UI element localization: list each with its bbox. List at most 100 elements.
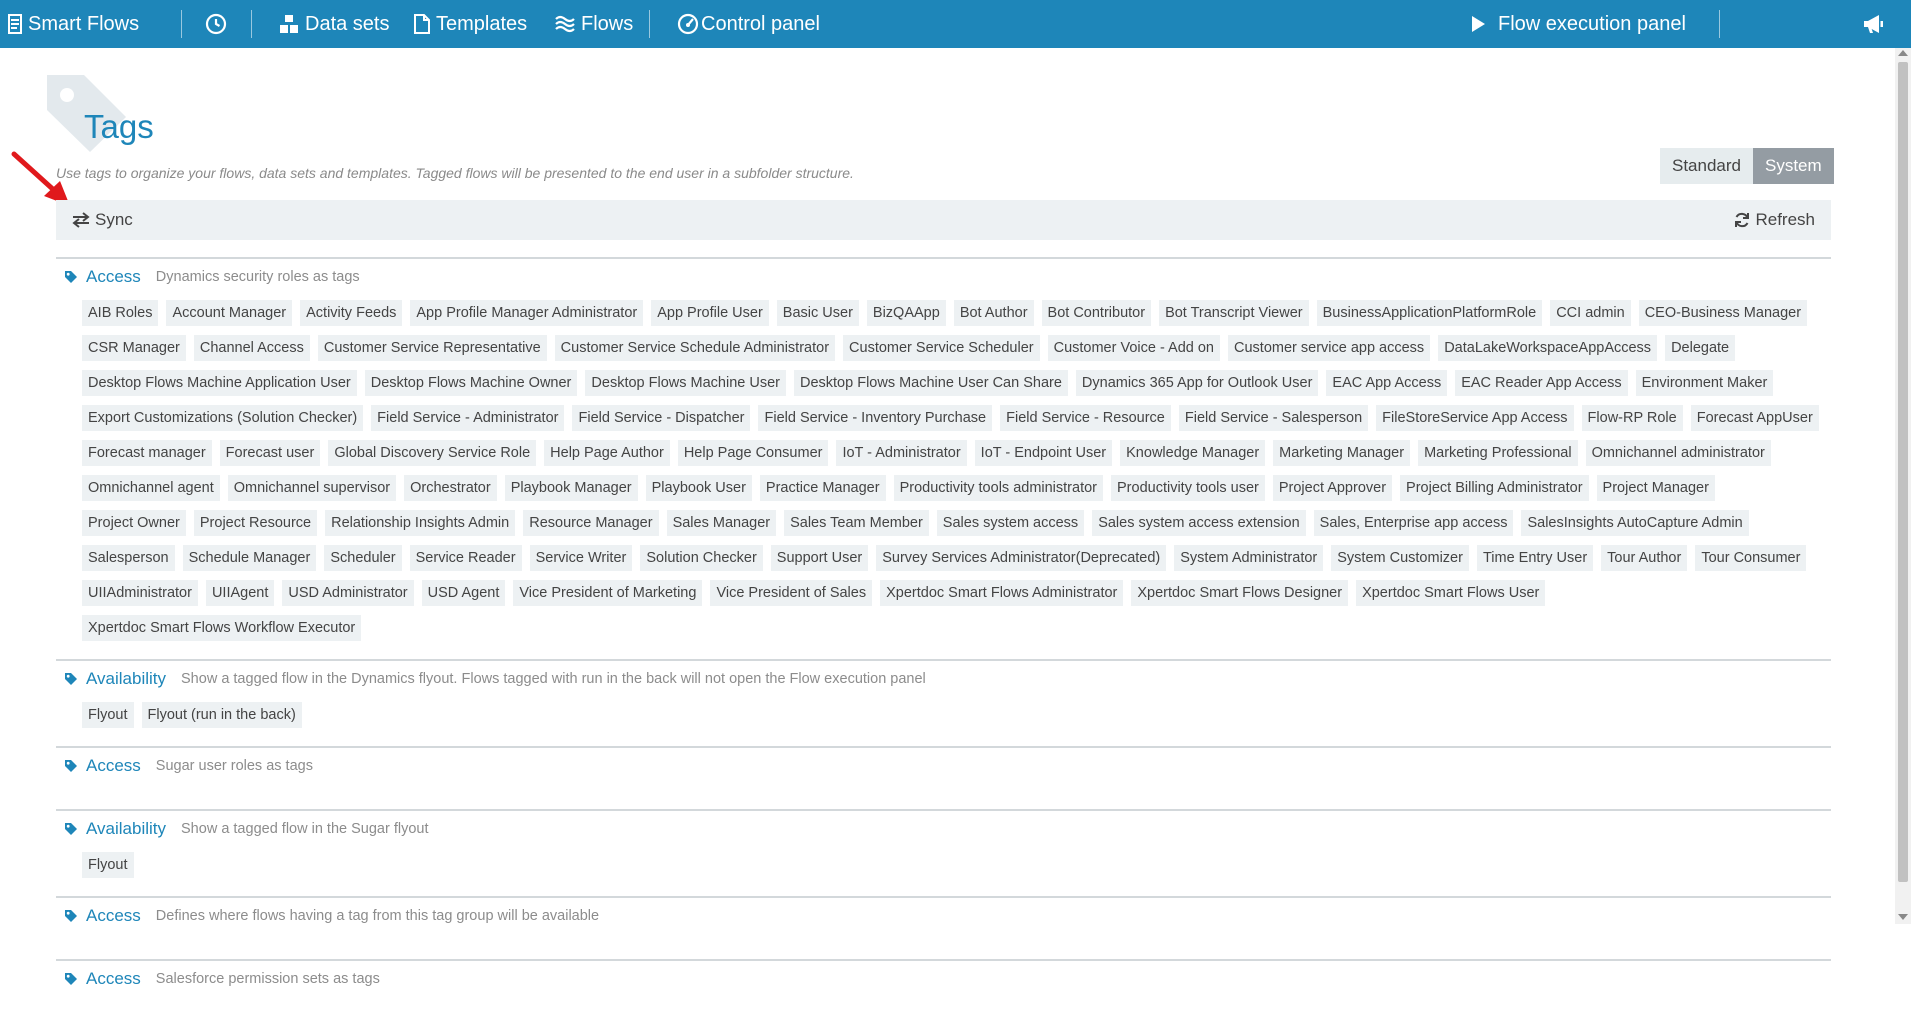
nav-templates[interactable]: Templates bbox=[414, 0, 527, 48]
tag-chip[interactable]: Bot Author bbox=[953, 300, 1034, 326]
tag-chip[interactable]: Environment Maker bbox=[1635, 370, 1774, 396]
tag-chip[interactable]: IoT - Administrator bbox=[836, 440, 967, 466]
tag-chip[interactable]: Omnichannel supervisor bbox=[227, 475, 397, 501]
tag-group-name[interactable]: Availability bbox=[86, 819, 166, 839]
tag-chip[interactable]: Marketing Manager bbox=[1273, 440, 1411, 466]
tag-group-header[interactable]: Access Salesforce permission sets as tags bbox=[56, 968, 1831, 990]
tag-chip[interactable]: Desktop Flows Machine User bbox=[585, 370, 786, 396]
tag-chip[interactable]: Playbook User bbox=[645, 475, 752, 501]
tag-chip[interactable]: Xpertdoc Smart Flows Workflow Executor bbox=[82, 615, 362, 641]
tag-group-name[interactable]: Access bbox=[86, 756, 141, 776]
tag-chip[interactable]: Customer Service Representative bbox=[317, 335, 547, 361]
tag-chip[interactable]: BizQAApp bbox=[866, 300, 946, 326]
tag-chip[interactable]: Flyout bbox=[82, 852, 134, 878]
nav-control-panel[interactable]: Control panel bbox=[677, 0, 820, 48]
tag-chip[interactable]: Field Service - Salesperson bbox=[1178, 405, 1369, 431]
tag-chip[interactable]: Survey Services Administrator(Deprecated… bbox=[876, 545, 1167, 571]
tag-chip[interactable]: Forecast AppUser bbox=[1690, 405, 1819, 431]
tag-chip[interactable]: CCI admin bbox=[1550, 300, 1631, 326]
tag-chip[interactable]: Playbook Manager bbox=[504, 475, 638, 501]
tag-group-name[interactable]: Access bbox=[86, 267, 141, 287]
scroll-up-icon[interactable] bbox=[1898, 50, 1908, 56]
tag-chip[interactable]: Tour Consumer bbox=[1695, 545, 1807, 571]
tag-chip[interactable]: Vice President of Sales bbox=[710, 580, 873, 606]
tag-chip[interactable]: Desktop Flows Machine User Can Share bbox=[793, 370, 1068, 396]
tag-chip[interactable]: Flow-RP Role bbox=[1581, 405, 1683, 431]
tag-chip[interactable]: System Customizer bbox=[1331, 545, 1469, 571]
tag-chip[interactable]: Scheduler bbox=[324, 545, 402, 571]
tag-chip[interactable]: App Profile User bbox=[651, 300, 769, 326]
tag-chip[interactable]: Forecast user bbox=[219, 440, 321, 466]
tag-chip[interactable]: Field Service - Inventory Purchase bbox=[758, 405, 993, 431]
tag-chip[interactable]: CEO-Business Manager bbox=[1638, 300, 1808, 326]
history-button[interactable] bbox=[205, 0, 233, 48]
tag-chip[interactable]: Bot Contributor bbox=[1041, 300, 1152, 326]
tag-chip[interactable]: Resource Manager bbox=[523, 510, 659, 536]
nav-brand[interactable]: Smart Flows bbox=[8, 0, 139, 48]
tag-chip[interactable]: Channel Access bbox=[193, 335, 310, 361]
tag-chip[interactable]: Customer Service Schedule Administrator bbox=[554, 335, 836, 361]
tag-chip[interactable]: Desktop Flows Machine Application User bbox=[82, 370, 357, 396]
tag-chip[interactable]: Service Reader bbox=[409, 545, 522, 571]
tag-chip[interactable]: Flyout (run in the back) bbox=[141, 702, 302, 728]
tag-chip[interactable]: Productivity tools user bbox=[1111, 475, 1265, 501]
tag-chip[interactable]: Field Service - Dispatcher bbox=[572, 405, 751, 431]
tag-chip[interactable]: Productivity tools administrator bbox=[893, 475, 1103, 501]
nav-datasets[interactable]: Data sets bbox=[279, 0, 389, 48]
tag-chip[interactable]: Service Writer bbox=[529, 545, 633, 571]
tag-chip[interactable]: EAC Reader App Access bbox=[1455, 370, 1628, 396]
tag-chip[interactable]: Knowledge Manager bbox=[1120, 440, 1266, 466]
tag-group-header[interactable]: Availability Show a tagged flow in the Su… bbox=[56, 818, 1831, 840]
tag-chip[interactable]: AIB Roles bbox=[82, 300, 159, 326]
tag-chip[interactable]: Solution Checker bbox=[640, 545, 763, 571]
tag-chip[interactable]: Help Page Author bbox=[544, 440, 670, 466]
tag-chip[interactable]: Field Service - Administrator bbox=[371, 405, 565, 431]
toggle-standard-button[interactable]: Standard bbox=[1660, 148, 1753, 184]
refresh-button[interactable]: Refresh bbox=[1734, 210, 1815, 230]
tag-chip[interactable]: USD Administrator bbox=[282, 580, 414, 606]
announcements-button[interactable] bbox=[1862, 0, 1890, 48]
tag-chip[interactable]: Desktop Flows Machine Owner bbox=[364, 370, 578, 396]
tag-chip[interactable]: DataLakeWorkspaceAppAccess bbox=[1438, 335, 1658, 361]
tag-chip[interactable]: Salesperson bbox=[82, 545, 175, 571]
tag-chip[interactable]: SalesInsights AutoCapture Admin bbox=[1521, 510, 1749, 536]
tag-chip[interactable]: Project Resource bbox=[193, 510, 318, 536]
tag-chip[interactable]: Practice Manager bbox=[759, 475, 886, 501]
tag-chip[interactable]: Bot Transcript Viewer bbox=[1159, 300, 1309, 326]
tag-chip[interactable]: Customer Voice - Add on bbox=[1047, 335, 1220, 361]
tag-chip[interactable]: Sales, Enterprise app access bbox=[1313, 510, 1514, 536]
tag-chip[interactable]: Field Service - Resource bbox=[1000, 405, 1171, 431]
tag-chip[interactable]: Sales Manager bbox=[666, 510, 777, 536]
tag-chip[interactable]: Delegate bbox=[1665, 335, 1736, 361]
tag-chip[interactable]: Dynamics 365 App for Outlook User bbox=[1075, 370, 1319, 396]
tag-chip[interactable]: EAC App Access bbox=[1326, 370, 1448, 396]
tag-chip[interactable]: Basic User bbox=[776, 300, 859, 326]
tag-chip[interactable]: Sales system access extension bbox=[1092, 510, 1306, 536]
tag-group-header[interactable]: Availability Show a tagged flow in the Dy… bbox=[56, 668, 1831, 690]
tag-chip[interactable]: Project Approver bbox=[1272, 475, 1393, 501]
tag-chip[interactable]: Flyout bbox=[82, 702, 134, 728]
tag-chip[interactable]: Marketing Professional bbox=[1418, 440, 1578, 466]
tag-chip[interactable]: Help Page Consumer bbox=[677, 440, 829, 466]
scroll-thumb[interactable] bbox=[1898, 62, 1908, 882]
tag-chip[interactable]: Relationship Insights Admin bbox=[325, 510, 516, 536]
tag-chip[interactable]: App Profile Manager Administrator bbox=[410, 300, 644, 326]
tag-chip[interactable]: Account Manager bbox=[166, 300, 293, 326]
tag-chip[interactable]: Xpertdoc Smart Flows Administrator bbox=[880, 580, 1124, 606]
tag-chip[interactable]: Tour Author bbox=[1601, 545, 1688, 571]
sync-button[interactable]: Sync bbox=[72, 210, 133, 230]
toggle-system-button[interactable]: System bbox=[1753, 148, 1834, 184]
tag-chip[interactable]: Customer Service Scheduler bbox=[843, 335, 1040, 361]
tag-chip[interactable]: Customer service app access bbox=[1228, 335, 1431, 361]
tag-chip[interactable]: Project Manager bbox=[1596, 475, 1715, 501]
tag-chip[interactable]: Omnichannel agent bbox=[82, 475, 220, 501]
tag-chip[interactable]: Global Discovery Service Role bbox=[328, 440, 537, 466]
tag-chip[interactable]: Sales Team Member bbox=[784, 510, 929, 536]
nav-flow-execution-panel[interactable]: Flow execution panel bbox=[1470, 0, 1686, 48]
tag-chip[interactable]: BusinessApplicationPlatformRole bbox=[1316, 300, 1543, 326]
tag-chip[interactable]: Export Customizations (Solution Checker) bbox=[82, 405, 364, 431]
nav-flows[interactable]: Flows bbox=[555, 0, 633, 48]
tag-chip[interactable]: Support User bbox=[770, 545, 869, 571]
tag-group-name[interactable]: Access bbox=[86, 969, 141, 989]
tag-chip[interactable]: Vice President of Marketing bbox=[513, 580, 703, 606]
